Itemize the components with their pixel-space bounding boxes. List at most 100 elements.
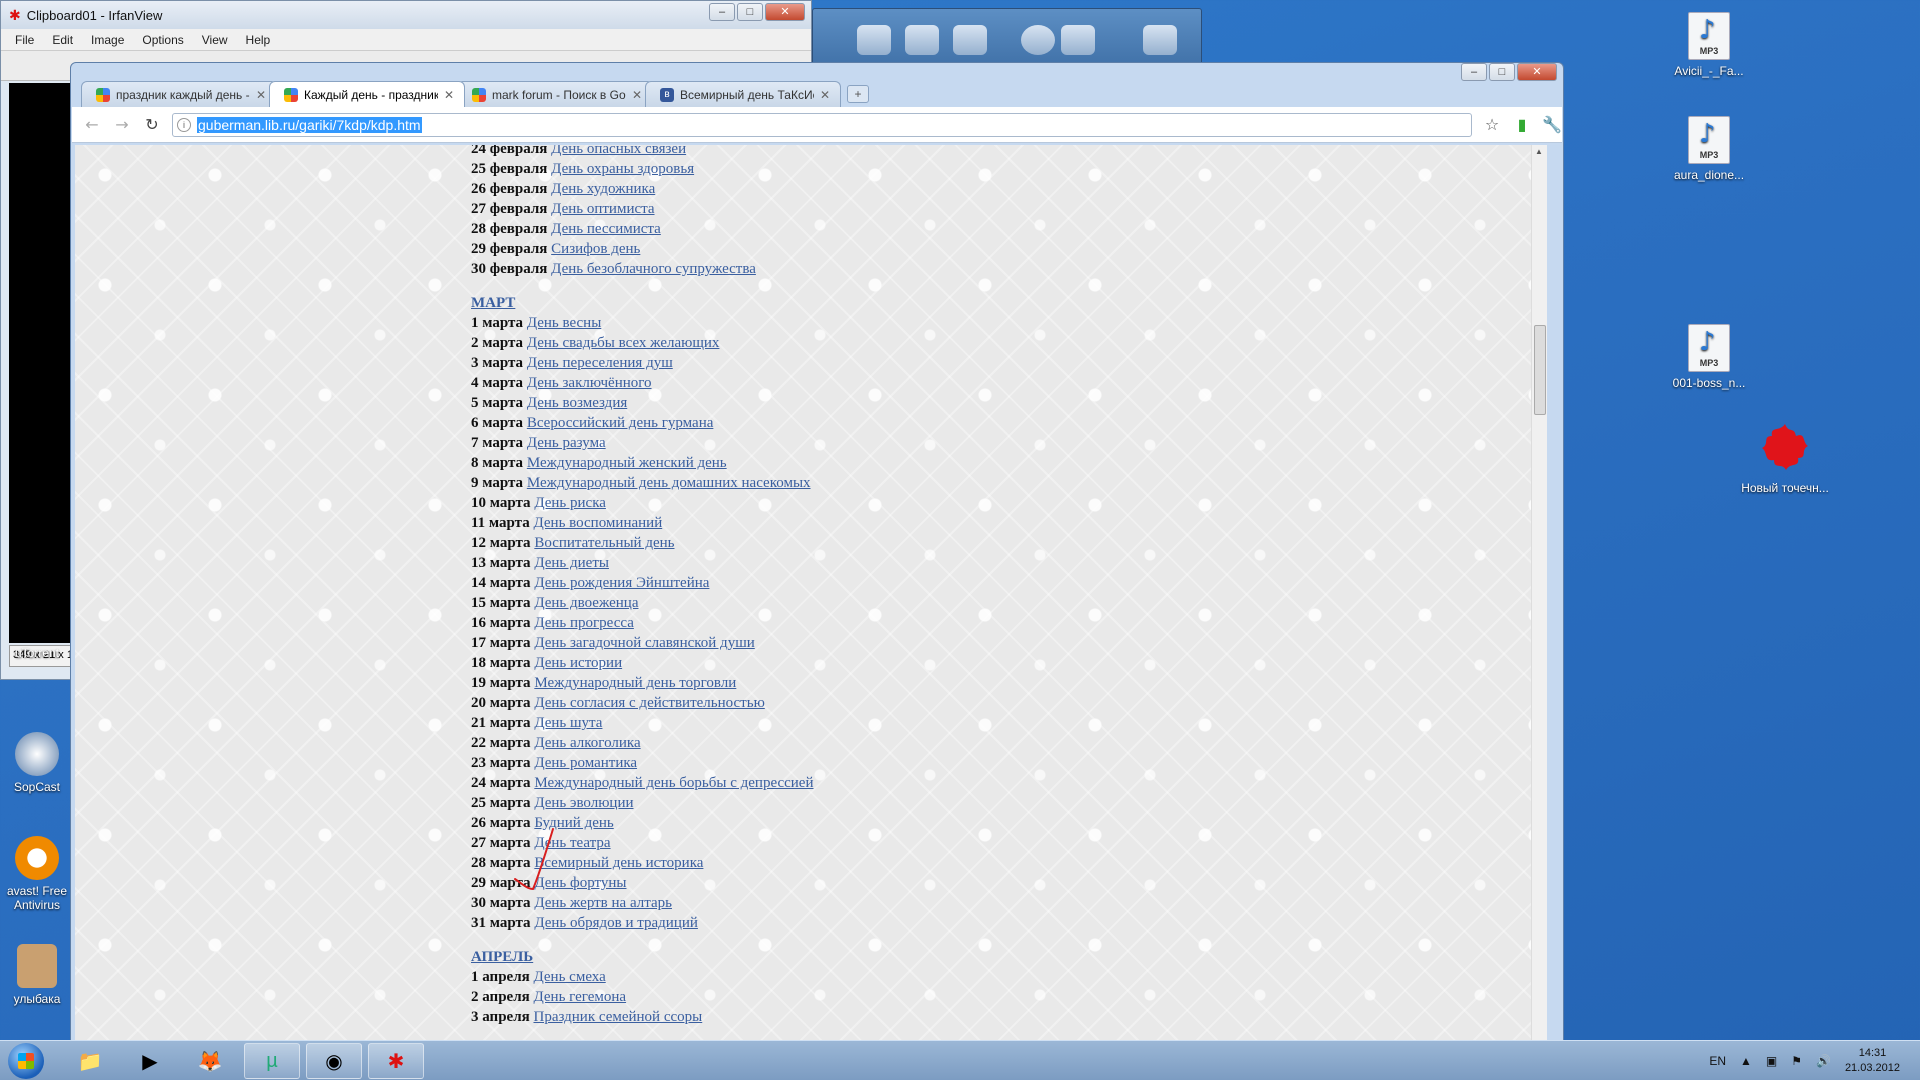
holiday-link[interactable]: День жертв на алтарь (534, 895, 672, 911)
player-folder-icon[interactable] (857, 25, 891, 55)
player-refresh-icon[interactable] (1021, 25, 1055, 55)
menu-options[interactable]: Options (142, 33, 183, 47)
vertical-scrollbar[interactable]: ▲ (1531, 145, 1547, 1045)
holiday-link[interactable]: День оптимиста (551, 201, 654, 217)
month-heading-april[interactable]: АПРЕЛЬ (471, 947, 814, 967)
menu-edit[interactable]: Edit (52, 33, 73, 47)
holiday-link[interactable]: Международный день борьбы с депрессией (534, 775, 813, 791)
holiday-link[interactable]: День шута (534, 715, 602, 731)
month-heading-march[interactable]: МАРТ (471, 293, 814, 313)
menu-file[interactable]: File (15, 33, 34, 47)
holiday-link[interactable]: День алкоголика (534, 735, 640, 751)
holiday-link[interactable]: День двоеженца (534, 595, 638, 611)
holiday-link[interactable]: Международный женский день (527, 455, 727, 471)
minimize-button[interactable]: – (709, 3, 735, 21)
player-music-folder-icon[interactable] (953, 25, 987, 55)
holiday-link[interactable]: День согласия с действительностью (534, 695, 764, 711)
close-button[interactable]: ✕ (765, 3, 805, 21)
desktop-icon-new-bitmap[interactable]: Новый точечн... (1740, 420, 1830, 495)
start-button[interactable] (8, 1043, 44, 1079)
language-indicator[interactable]: EN (1709, 1054, 1726, 1068)
clock-date: 21.03.2012 (1844, 1062, 1900, 1074)
chrome-window[interactable]: – □ ✕ праздник каждый день - Г ✕ Каждый … (70, 62, 1564, 1046)
scrollbar-thumb[interactable] (1534, 325, 1546, 415)
taskbar-utorrent-icon[interactable]: µ (244, 1043, 300, 1079)
forward-arrow-icon[interactable]: → (112, 115, 132, 134)
taskbar-media-player-icon[interactable]: ▶ (122, 1043, 178, 1079)
back-arrow-icon[interactable]: ← (82, 115, 102, 134)
clock[interactable]: 14:31 21.03.2012 (1845, 1046, 1900, 1076)
holiday-link[interactable]: Праздник семейной ссоры (533, 1009, 702, 1025)
tab-close-icon[interactable]: ✕ (256, 88, 266, 102)
tray-expand-icon[interactable]: ▲ (1740, 1054, 1752, 1068)
tab-close-icon[interactable]: ✕ (820, 88, 830, 102)
holiday-link[interactable]: День смеха (533, 969, 605, 985)
page-info-icon[interactable]: i (177, 117, 191, 132)
desktop-icon-mp3-boss[interactable]: MP3 001-boss_n... (1664, 324, 1754, 390)
holiday-link[interactable]: День истории (534, 655, 622, 671)
holiday-link[interactable]: День прогресса (534, 615, 634, 631)
action-center-flag-icon[interactable]: ⚑ (1791, 1054, 1802, 1068)
holiday-link[interactable]: Воспитательный день (534, 535, 674, 551)
tab-close-icon[interactable]: ✕ (444, 88, 454, 102)
holiday-link[interactable]: День опасных связей (551, 145, 686, 157)
holiday-link[interactable]: День эволюции (534, 795, 633, 811)
holiday-link[interactable]: День возмездия (527, 395, 627, 411)
holiday-link[interactable]: Международный день торговли (534, 675, 736, 691)
menu-view[interactable]: View (202, 33, 228, 47)
holiday-link[interactable]: Сизифов день (551, 241, 640, 257)
taskbar-irfanview-icon[interactable]: ✱ (368, 1043, 424, 1079)
new-tab-button[interactable]: + (847, 85, 869, 103)
address-bar[interactable]: i guberman.lib.ru/gariki/7kdp/kdp.htm (172, 112, 1472, 137)
holiday-link[interactable]: День воспоминаний (533, 515, 662, 531)
holiday-link[interactable]: Всероссийский день гурмана (527, 415, 714, 431)
holiday-link[interactable]: Международный день домашних насекомых (527, 475, 811, 491)
signal-bars-icon[interactable]: ▮ (1512, 115, 1532, 134)
holiday-link[interactable]: День разума (527, 435, 606, 451)
holiday-date: 16 марта (471, 615, 531, 631)
player-music-icon[interactable] (1061, 25, 1095, 55)
player-trash-icon[interactable] (1143, 25, 1177, 55)
holiday-link[interactable]: День весны (527, 315, 601, 331)
maximize-button[interactable]: □ (737, 3, 763, 21)
holiday-link[interactable]: День риска (534, 495, 606, 511)
volume-icon[interactable]: 🔊 (1816, 1054, 1831, 1068)
tab-close-icon[interactable]: ✕ (632, 88, 642, 102)
menu-image[interactable]: Image (91, 33, 124, 47)
desktop-icon-mp3-avicii[interactable]: MP3 Avicii_-_Fa... (1664, 12, 1754, 78)
maximize-button[interactable]: □ (1489, 63, 1515, 81)
tab-mark-forum[interactable]: mark forum - Поиск в Goo ✕ (457, 81, 653, 107)
holiday-link[interactable]: День загадочной славянской души (534, 635, 754, 651)
url-text[interactable]: guberman.lib.ru/gariki/7kdp/kdp.htm (197, 116, 422, 133)
player-folder-icon[interactable] (905, 25, 939, 55)
tab-prazdnik-search[interactable]: праздник каждый день - Г ✕ (81, 81, 277, 107)
page-viewport[interactable]: 24 февраля День опасных связей 25 февраля… (75, 145, 1547, 1045)
holiday-link[interactable]: День романтика (534, 755, 637, 771)
holiday-link[interactable]: День переселения душ (527, 355, 673, 371)
holiday-link[interactable]: День обрядов и традиций (534, 915, 698, 931)
holiday-link[interactable]: День пессимиста (551, 221, 661, 237)
holiday-link[interactable]: День заключённого (527, 375, 652, 391)
reload-icon[interactable]: ↻ (142, 115, 162, 134)
irfanview-titlebar[interactable]: ✱ Clipboard01 - IrfanView (1, 1, 811, 29)
bookmark-star-icon[interactable]: ☆ (1482, 115, 1502, 134)
taskbar-firefox-icon[interactable]: 🦊 (182, 1043, 238, 1079)
holiday-link[interactable]: День безоблачного супружества (551, 261, 756, 277)
holiday-link[interactable]: День свадьбы всех желающих (527, 335, 720, 351)
menu-help[interactable]: Help (246, 33, 271, 47)
holiday-link[interactable]: День диеты (534, 555, 609, 571)
scroll-up-arrow-icon[interactable]: ▲ (1535, 147, 1543, 156)
wrench-icon[interactable]: 🔧 (1542, 115, 1562, 134)
taskbar-explorer-folder-icon[interactable]: 📁 (62, 1043, 118, 1079)
taskbar-chrome-icon[interactable]: ◉ (306, 1043, 362, 1079)
tab-kazhdyi-den[interactable]: Каждый день - праздник. | ✕ (269, 81, 465, 107)
minimize-button[interactable]: – (1461, 63, 1487, 81)
close-button[interactable]: ✕ (1517, 63, 1557, 81)
desktop-icon-mp3-aura[interactable]: MP3 aura_dione... (1664, 116, 1754, 182)
holiday-link[interactable]: День гегемона (533, 989, 626, 1005)
network-icon[interactable]: ▣ (1766, 1054, 1777, 1068)
holiday-link[interactable]: День рождения Эйнштейна (534, 575, 709, 591)
holiday-link[interactable]: День художника (551, 181, 655, 197)
tab-taksist[interactable]: в Всемирный день ТаКсИсТ ✕ (645, 81, 841, 107)
holiday-link[interactable]: День охраны здоровья (551, 161, 694, 177)
